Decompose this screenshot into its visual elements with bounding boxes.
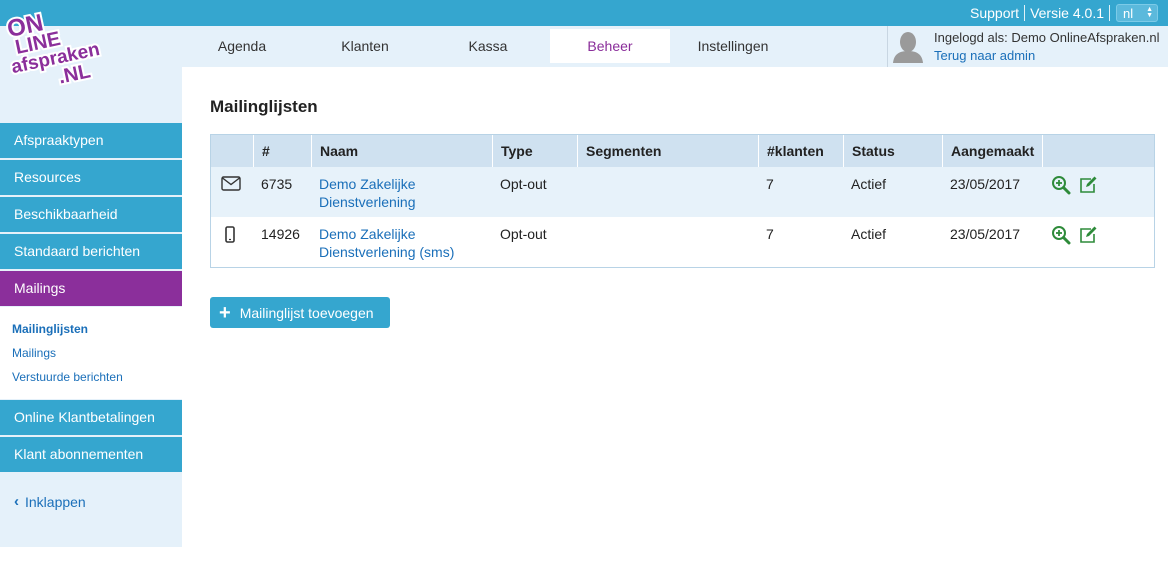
cell-naam-line2: Dienstverlening (319, 194, 416, 210)
column-header-status[interactable]: Status (843, 135, 942, 167)
sidebar-item-afspraaktypen[interactable]: Afspraaktypen (0, 123, 182, 158)
column-header-actions (1042, 135, 1154, 167)
column-header-icon (211, 135, 253, 167)
zoom-in-icon[interactable] (1051, 225, 1071, 245)
tab-beheer[interactable]: Beheer (550, 29, 670, 63)
add-mailinglist-button[interactable]: + Mailinglijst toevoegen (210, 297, 390, 328)
edit-icon[interactable] (1078, 175, 1098, 195)
language-value: nl (1123, 5, 1134, 21)
tab-kassa[interactable]: Kassa (427, 29, 549, 63)
cell-klanten: 7 (766, 176, 774, 192)
sidebar: Afspraaktypen Resources Beschikbaarheid … (0, 26, 182, 547)
cell-aangemaakt: 23/05/2017 (950, 226, 1021, 242)
chevron-left-icon: ‹ (14, 493, 19, 510)
divider (1024, 5, 1026, 21)
logged-in-label: Ingelogd als: Demo OnlineAfspraken.nl (934, 30, 1160, 45)
collapse-sidebar-button[interactable]: ‹ Inklappen (14, 493, 86, 510)
mobile-phone-icon (225, 226, 235, 243)
plus-icon: + (219, 301, 231, 324)
back-to-admin-link[interactable]: Terug naar admin (934, 48, 1035, 63)
cell-aangemaakt: 23/05/2017 (950, 176, 1021, 192)
sidebar-item-mailings[interactable]: Mailings (0, 271, 182, 306)
cell-id: 6735 (261, 176, 293, 192)
cell-klanten: 7 (766, 226, 774, 242)
cell-naam-line2: Dienstverlening (sms) (319, 244, 455, 260)
language-select[interactable]: nl ▲ ▼ (1116, 4, 1158, 22)
sidebar-submenu: Mailinglijsten Mailings Verstuurde beric… (0, 307, 182, 399)
column-header-id[interactable]: # (253, 135, 311, 167)
column-header-klanten[interactable]: #klanten (758, 135, 843, 167)
select-arrows-icon: ▲ ▼ (1146, 6, 1153, 19)
mailinglist-table: # Naam Type Segmenten #klanten Status Aa… (210, 134, 1155, 268)
tab-instellingen[interactable]: Instellingen (672, 29, 794, 63)
cell-naam-link[interactable]: Demo Zakelijke Dienstverlening (319, 175, 416, 211)
cell-type: Opt-out (500, 226, 547, 242)
table-row: 14926 Demo Zakelijke Dienstverlening (sm… (211, 217, 1154, 267)
sidebar-item-standaard-berichten[interactable]: Standaard berichten (0, 234, 182, 269)
tab-agenda[interactable]: Agenda (182, 29, 302, 63)
cell-id: 14926 (261, 226, 300, 242)
sidebar-item-online-klantbetalingen[interactable]: Online Klantbetalingen (0, 400, 182, 435)
top-bar-links: Support Versie 4.0.1 nl ▲ ▼ (965, 0, 1158, 26)
column-header-naam[interactable]: Naam (311, 135, 492, 167)
sidebar-item-resources[interactable]: Resources (0, 160, 182, 195)
page-title: Mailinglijsten (210, 97, 318, 116)
table-row: 6735 Demo Zakelijke Dienstverlening Opt-… (211, 167, 1154, 217)
user-avatar-icon (892, 29, 924, 63)
zoom-in-icon[interactable] (1051, 175, 1071, 195)
column-header-segmenten[interactable]: Segmenten (577, 135, 758, 167)
submenu-item-verstuurde-berichten[interactable]: Verstuurde berichten (12, 370, 123, 384)
top-bar: Support Versie 4.0.1 nl ▲ ▼ (0, 0, 1168, 26)
add-mailinglist-label: Mailinglijst toevoegen (239, 304, 374, 321)
divider (1109, 5, 1110, 21)
tab-klanten[interactable]: Klanten (304, 29, 426, 63)
collapse-label: Inklappen (25, 493, 86, 510)
version-label: Versie 4.0.1 (1030, 5, 1104, 21)
edit-icon[interactable] (1078, 225, 1098, 245)
cell-status: Actief (851, 176, 887, 192)
submenu-item-mailinglijsten[interactable]: Mailinglijsten (12, 322, 88, 336)
support-link[interactable]: Support (965, 5, 1024, 21)
cell-naam-line1: Demo Zakelijke (319, 176, 416, 192)
cell-status: Actief (851, 226, 887, 242)
user-box: Ingelogd als: Demo OnlineAfspraken.nl Te… (887, 26, 1168, 67)
submenu-item-mailings[interactable]: Mailings (12, 346, 56, 360)
cell-type: Opt-out (500, 176, 547, 192)
onlineafspraken-logo[interactable]: ON LINE afspraken .NL (6, 2, 122, 88)
sidebar-item-beschikbaarheid[interactable]: Beschikbaarheid (0, 197, 182, 232)
sidebar-item-klant-abonnementen[interactable]: Klant abonnementen (0, 437, 182, 472)
envelope-icon (221, 176, 241, 191)
cell-naam-line1: Demo Zakelijke (319, 226, 416, 242)
cell-naam-link[interactable]: Demo Zakelijke Dienstverlening (sms) (319, 225, 454, 261)
table-header: # Naam Type Segmenten #klanten Status Aa… (211, 135, 1154, 167)
main-navigation: Agenda Klanten Kassa Beheer Instellingen… (182, 26, 1168, 67)
column-header-type[interactable]: Type (492, 135, 577, 167)
column-header-aangemaakt[interactable]: Aangemaakt (942, 135, 1042, 167)
